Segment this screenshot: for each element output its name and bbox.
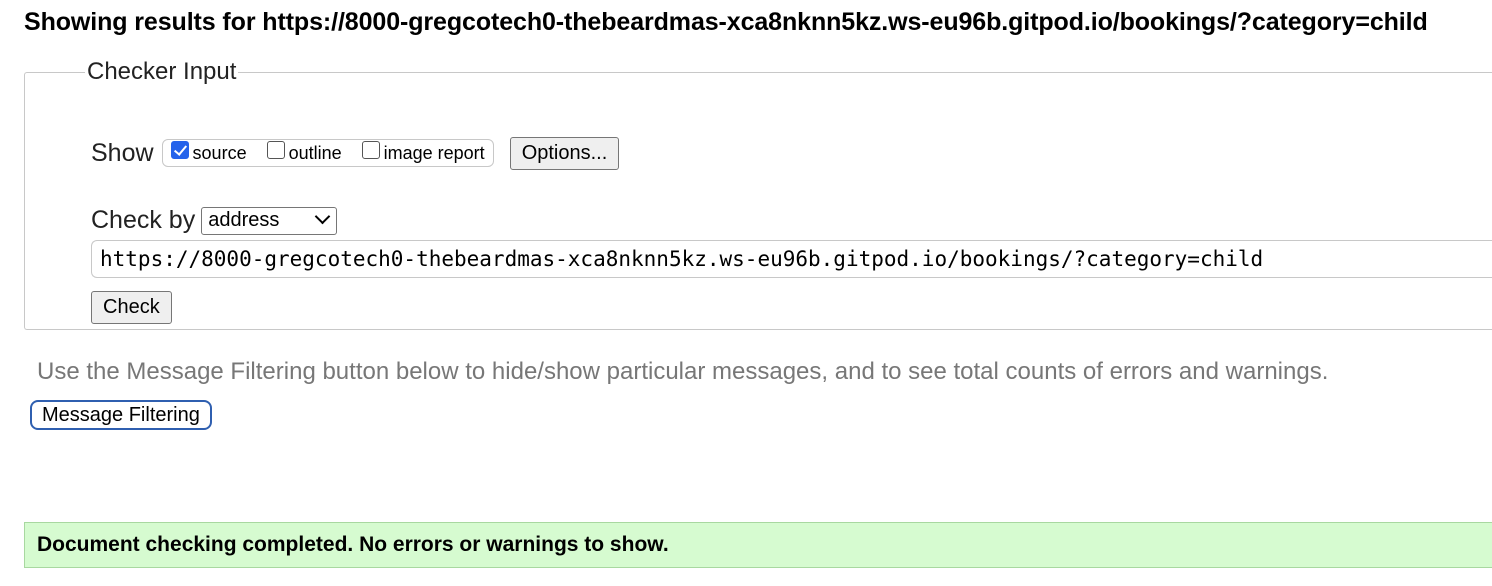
image-report-checkbox[interactable] (361, 141, 380, 159)
message-filtering-button[interactable]: Message Filtering (30, 400, 212, 430)
show-source-option[interactable]: source (170, 141, 247, 164)
message-filtering-hint: Use the Message Filtering button below t… (37, 358, 1329, 385)
show-label: Show (91, 138, 154, 167)
show-outline-option[interactable]: outline (266, 141, 342, 164)
show-image-report-option[interactable]: image report (361, 141, 485, 164)
checker-input-fieldset: Checker Input Show source outline image … (24, 58, 1492, 330)
source-checkbox[interactable] (170, 141, 189, 159)
outline-checkbox-label: outline (288, 142, 342, 163)
check-by-row: Check by address (91, 206, 338, 235)
show-row: Show source outline image report Options… (91, 136, 620, 170)
source-checkbox-label: source (192, 142, 247, 163)
check-button[interactable]: Check (91, 291, 172, 324)
check-by-label: Check by (91, 206, 196, 234)
success-message-banner: Document checking completed. No errors o… (24, 522, 1492, 568)
image-report-checkbox-label: image report (383, 142, 485, 163)
options-button[interactable]: Options... (509, 136, 620, 170)
check-by-select[interactable]: address (201, 206, 338, 235)
url-input[interactable]: https://8000-gregcotech0-thebeardmas-xca… (91, 240, 1492, 278)
success-message-text: Document checking completed. No errors o… (37, 533, 669, 556)
check-by-selected-value: address (208, 209, 280, 231)
show-options-group: source outline image report (161, 139, 494, 167)
results-heading: Showing results for https://8000-gregcot… (24, 8, 1428, 36)
checker-input-legend: Checker Input (87, 58, 237, 85)
validator-results-page: Showing results for https://8000-gregcot… (0, 0, 1492, 586)
chevron-down-icon (314, 208, 331, 225)
outline-checkbox[interactable] (266, 141, 285, 159)
